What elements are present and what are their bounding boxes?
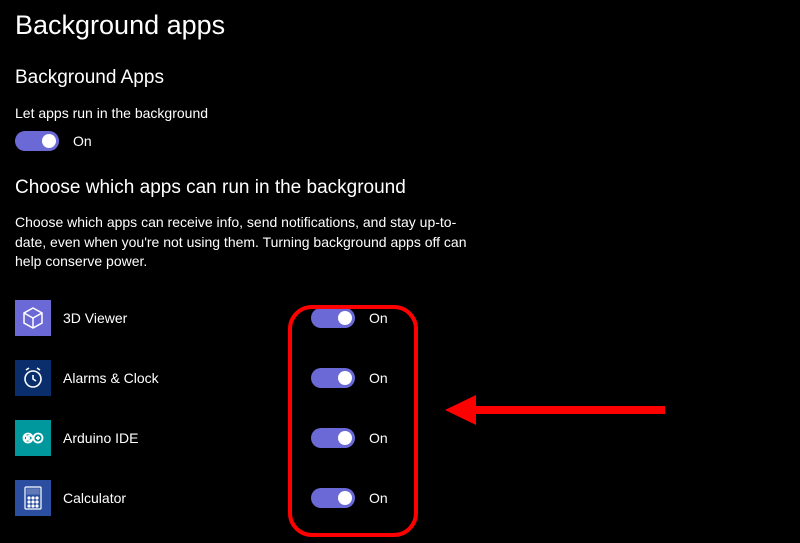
app-toggle-3d-viewer[interactable] (311, 308, 355, 328)
app-toggle-arduino-ide[interactable] (311, 428, 355, 448)
app-name-label: Alarms & Clock (63, 370, 311, 386)
app-toggle-state: On (369, 370, 388, 386)
master-toggle-label: Let apps run in the background (15, 105, 785, 121)
choose-apps-description: Choose which apps can receive info, send… (15, 213, 485, 272)
toggle-knob (338, 431, 352, 445)
master-toggle[interactable] (15, 131, 59, 151)
toggle-knob (338, 491, 352, 505)
app-name-label: Arduino IDE (63, 430, 311, 446)
toggle-knob (338, 371, 352, 385)
app-list: 3D Viewer On Alarms & Clock On (15, 288, 785, 528)
app-toggle-state: On (369, 490, 388, 506)
clock-icon (15, 360, 51, 396)
section-heading-choose-apps: Choose which apps can run in the backgro… (15, 177, 785, 199)
infinity-icon (15, 420, 51, 456)
app-toggle-calculator[interactable] (311, 488, 355, 508)
app-row-calculator: Calculator On (15, 468, 785, 528)
calculator-icon (15, 480, 51, 516)
app-row-alarms-clock: Alarms & Clock On (15, 348, 785, 408)
cube-icon (15, 300, 51, 336)
toggle-knob (42, 134, 56, 148)
app-toggle-state: On (369, 430, 388, 446)
section-heading-background-apps: Background Apps (15, 67, 785, 89)
app-row-3d-viewer: 3D Viewer On (15, 288, 785, 348)
app-toggle-state: On (369, 310, 388, 326)
app-name-label: 3D Viewer (63, 310, 311, 326)
app-row-arduino-ide: Arduino IDE On (15, 408, 785, 468)
app-name-label: Calculator (63, 490, 311, 506)
page-title: Background apps (15, 10, 785, 41)
toggle-knob (338, 311, 352, 325)
app-toggle-alarms-clock[interactable] (311, 368, 355, 388)
master-toggle-state: On (73, 133, 92, 149)
